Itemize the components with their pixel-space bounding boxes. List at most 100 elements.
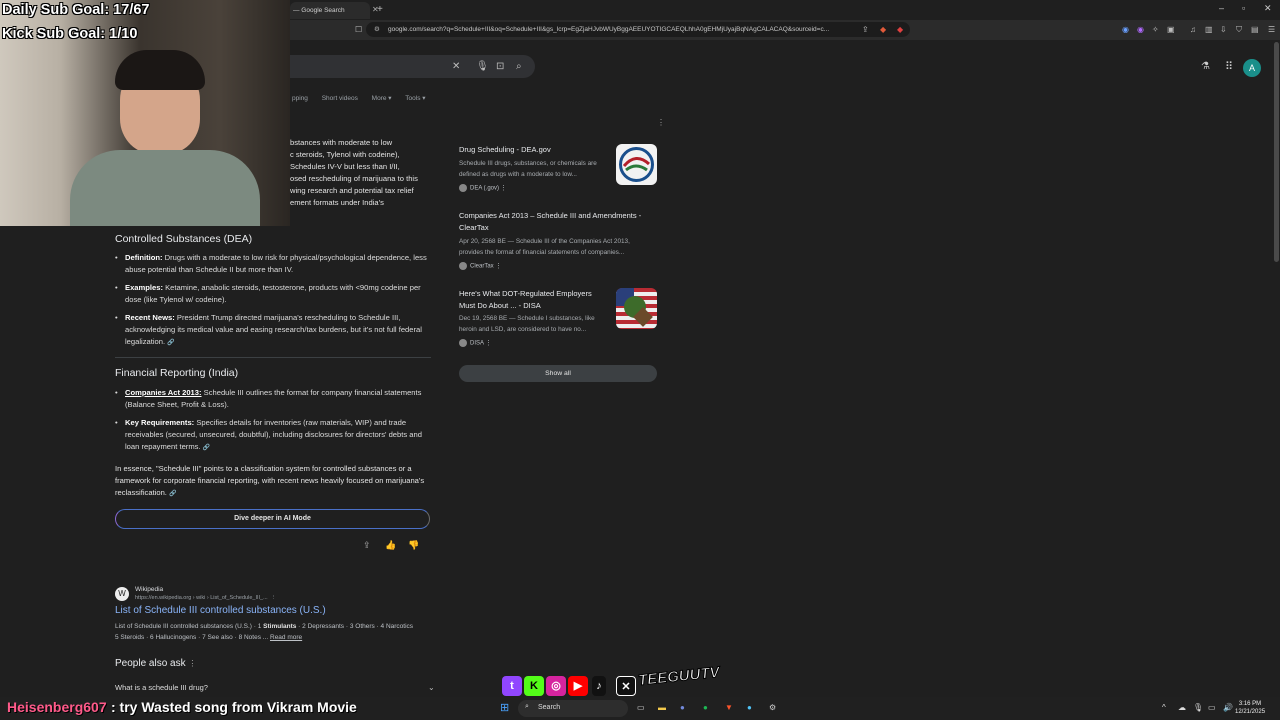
- item-text: Drugs with a moderate to low risk for ph…: [125, 253, 427, 274]
- financial-list: Companies Act 2013: Schedule III outline…: [115, 387, 433, 460]
- site-name: DEA (.gov): [470, 185, 500, 192]
- source-title[interactable]: Companies Act 2013 – Schedule III and Am…: [459, 210, 659, 234]
- downloads-icon[interactable]: ⇩: [1220, 25, 1227, 34]
- thumbs-down-icon[interactable]: 👎: [408, 540, 419, 551]
- twitch-icon: t: [502, 676, 522, 696]
- address-bar[interactable]: ⚙ google.com/search?q=Schedule+III&oq=Sc…: [366, 22, 910, 37]
- more-options-icon[interactable]: ⋮: [657, 118, 665, 127]
- source-site[interactable]: DEA (.gov) ⋮: [459, 184, 507, 192]
- tab-google-search[interactable]: — Google Search: [290, 2, 370, 19]
- item-label: Recent News:: [125, 313, 175, 322]
- brave-icon[interactable]: ▼: [725, 703, 733, 712]
- labs-icon[interactable]: ⚗: [1201, 61, 1210, 72]
- site-name: ClearTax: [470, 263, 494, 270]
- overview-intro: bstances with moderate to low c steroids…: [290, 137, 440, 209]
- new-tab-icon[interactable]: +: [377, 4, 383, 15]
- shield-icon[interactable]: ⛉: [1236, 25, 1242, 35]
- brand-logo: TEEGUUTV: [637, 663, 721, 690]
- tab-shopping[interactable]: pping: [292, 95, 308, 102]
- clock[interactable]: 3:16 PM 12/21/2025: [1235, 700, 1265, 716]
- bookmark-icon[interactable]: ☐: [355, 25, 362, 34]
- result-url[interactable]: https://en.wikipedia.org › wiki › List_o…: [135, 595, 276, 601]
- app-icon[interactable]: ●: [747, 703, 752, 712]
- microphone-icon[interactable]: 🎙: [476, 61, 489, 72]
- extension-purple-icon[interactable]: ◉: [1137, 25, 1144, 34]
- dea-favicon-icon: [459, 184, 467, 192]
- tiktok-icon: ♪: [592, 676, 606, 696]
- scrollbar-thumb[interactable]: [1274, 42, 1279, 262]
- chevron-down-icon[interactable]: ⌄: [428, 683, 435, 692]
- result-site-name[interactable]: Wikipedia: [135, 586, 163, 593]
- link-icon[interactable]: 🔗: [169, 491, 176, 497]
- wallet-icon[interactable]: ▤: [1251, 25, 1259, 34]
- time-text: 3:16 PM: [1238, 701, 1262, 707]
- tray-mic-icon[interactable]: 🎙: [1193, 703, 1203, 712]
- source-title[interactable]: Here's What DOT-Regulated Employers Must…: [459, 288, 609, 312]
- link-icon[interactable]: 🔗: [167, 340, 174, 346]
- tab-short-videos[interactable]: Short videos: [322, 95, 358, 102]
- date-text: 12/21/2025: [1235, 709, 1266, 715]
- sidebar-icon[interactable]: ▥: [1205, 25, 1213, 34]
- read-more-link[interactable]: Read more: [270, 634, 302, 641]
- task-view-icon[interactable]: ▭: [637, 703, 645, 712]
- link-icon[interactable]: 🔗: [203, 445, 210, 451]
- spotify-icon[interactable]: ●: [703, 703, 708, 712]
- close-window-icon[interactable]: ✕: [1264, 3, 1272, 14]
- tray-chevron-icon[interactable]: ^: [1162, 703, 1166, 712]
- snippet-text: 5 Steroids · 6 Hallucinogens · 7 See als…: [115, 634, 270, 641]
- item-label: Examples:: [125, 283, 163, 292]
- intro-line: bstances with moderate to low: [290, 138, 393, 147]
- minimize-icon[interactable]: –: [1219, 3, 1224, 13]
- restore-icon[interactable]: ▫: [1242, 3, 1245, 13]
- item-label: Key Requirements:: [125, 418, 195, 427]
- intro-line: wing research and potential tax relief: [290, 186, 414, 195]
- paa-question[interactable]: What is a schedule III drug?: [115, 683, 208, 692]
- discord-icon[interactable]: ●: [680, 703, 685, 712]
- x-icon: ✕: [616, 676, 636, 696]
- list-item: Recent News: President Trump directed ma…: [115, 312, 433, 349]
- source-site[interactable]: ClearTax ⋮: [459, 262, 501, 270]
- hair-shape: [115, 50, 205, 90]
- source-site[interactable]: DISA ⋮: [459, 339, 491, 347]
- apps-grid-icon[interactable]: ⠿: [1225, 60, 1233, 73]
- menu-icon[interactable]: ☰: [1268, 25, 1275, 34]
- lens-icon[interactable]: ⊡: [496, 61, 504, 72]
- source-title[interactable]: Drug Scheduling - DEA.gov: [459, 144, 609, 156]
- tab-tools[interactable]: Tools ▾: [405, 95, 425, 102]
- disa-favicon-icon: [459, 339, 467, 347]
- screenshot-icon[interactable]: ▣: [1167, 25, 1175, 34]
- share-icon[interactable]: ⇪: [862, 25, 869, 34]
- file-explorer-icon[interactable]: ▬: [658, 703, 666, 712]
- search-icon[interactable]: ⌕: [516, 61, 522, 72]
- windows-start-icon[interactable]: ⊞: [500, 701, 509, 714]
- extension-audio-icon[interactable]: ◉: [1122, 25, 1129, 34]
- extension-icon[interactable]: ◆: [880, 25, 886, 34]
- site-info-icon[interactable]: ⚙: [374, 25, 380, 33]
- avatar[interactable]: A: [1243, 59, 1261, 77]
- taskbar-search[interactable]: ⌕ Search: [518, 700, 628, 717]
- tab-more[interactable]: More ▾: [372, 95, 392, 102]
- ai-mode-button[interactable]: Dive deeper in AI Mode: [115, 509, 430, 529]
- extension-badge-icon[interactable]: ◆: [897, 25, 903, 34]
- site-name: DISA: [470, 340, 484, 347]
- settings-icon[interactable]: ⚙: [769, 703, 776, 712]
- show-all-button[interactable]: Show all: [459, 365, 657, 382]
- tray-display-icon[interactable]: ▭: [1208, 703, 1216, 712]
- tab-title: — Google Search: [293, 7, 345, 14]
- search-icon: ⌕: [525, 703, 529, 710]
- share-icon[interactable]: ⇪: [363, 540, 371, 551]
- media-icon[interactable]: ♫: [1190, 25, 1196, 34]
- item-label: Definition:: [125, 253, 163, 262]
- extensions-icon[interactable]: ✧: [1152, 25, 1159, 34]
- search-tabs: pping Short videos More ▾ Tools ▾: [292, 94, 438, 102]
- summary: In essence, "Schedule III" points to a c…: [115, 464, 425, 497]
- tray-cloud-icon[interactable]: ☁: [1178, 703, 1186, 712]
- more-options-icon[interactable]: ⋮: [188, 659, 196, 668]
- result-title-link[interactable]: List of Schedule III controlled substanc…: [115, 605, 326, 616]
- paa-title-text: People also ask: [115, 658, 186, 669]
- item-label[interactable]: Companies Act 2013:: [125, 388, 202, 397]
- clear-search-icon[interactable]: ✕: [452, 61, 460, 72]
- list-item: Examples: Ketamine, anabolic steroids, t…: [115, 282, 433, 306]
- volume-icon[interactable]: 🔊: [1223, 703, 1233, 712]
- thumbs-up-icon[interactable]: 👍: [385, 540, 396, 551]
